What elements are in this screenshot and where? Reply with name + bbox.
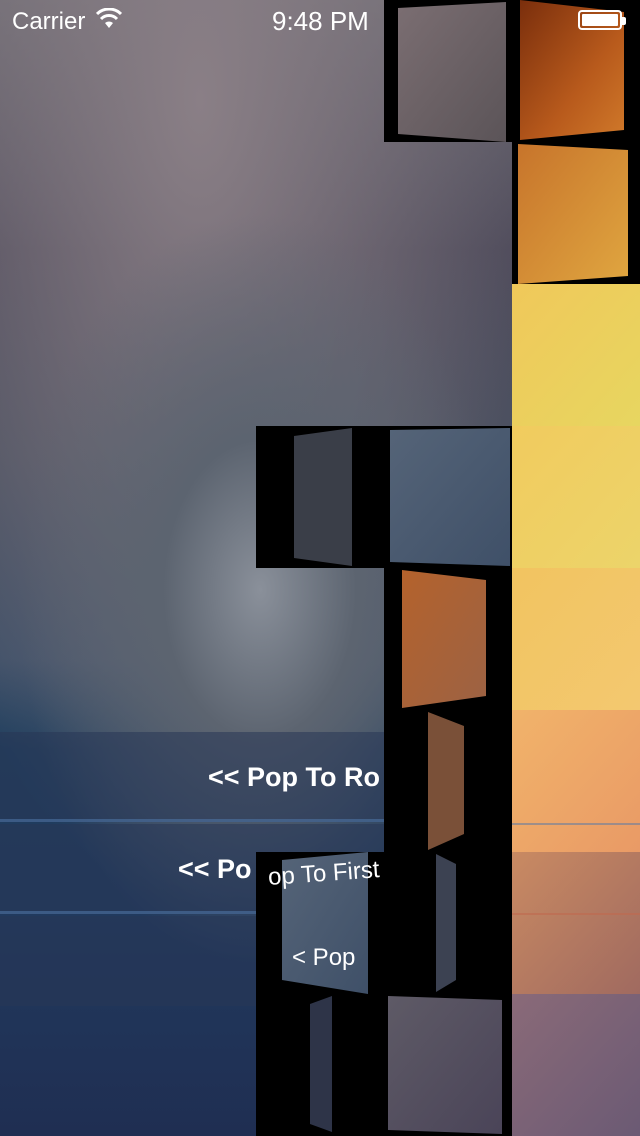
pop-fragment: < Pop [292, 944, 356, 971]
wifi-icon [96, 8, 122, 28]
status-bar: Carrier 9:48 PM [0, 0, 640, 40]
battery-icon [578, 10, 626, 30]
status-time: 9:48 PM [272, 6, 369, 36]
carrier-label: Carrier [12, 8, 86, 35]
